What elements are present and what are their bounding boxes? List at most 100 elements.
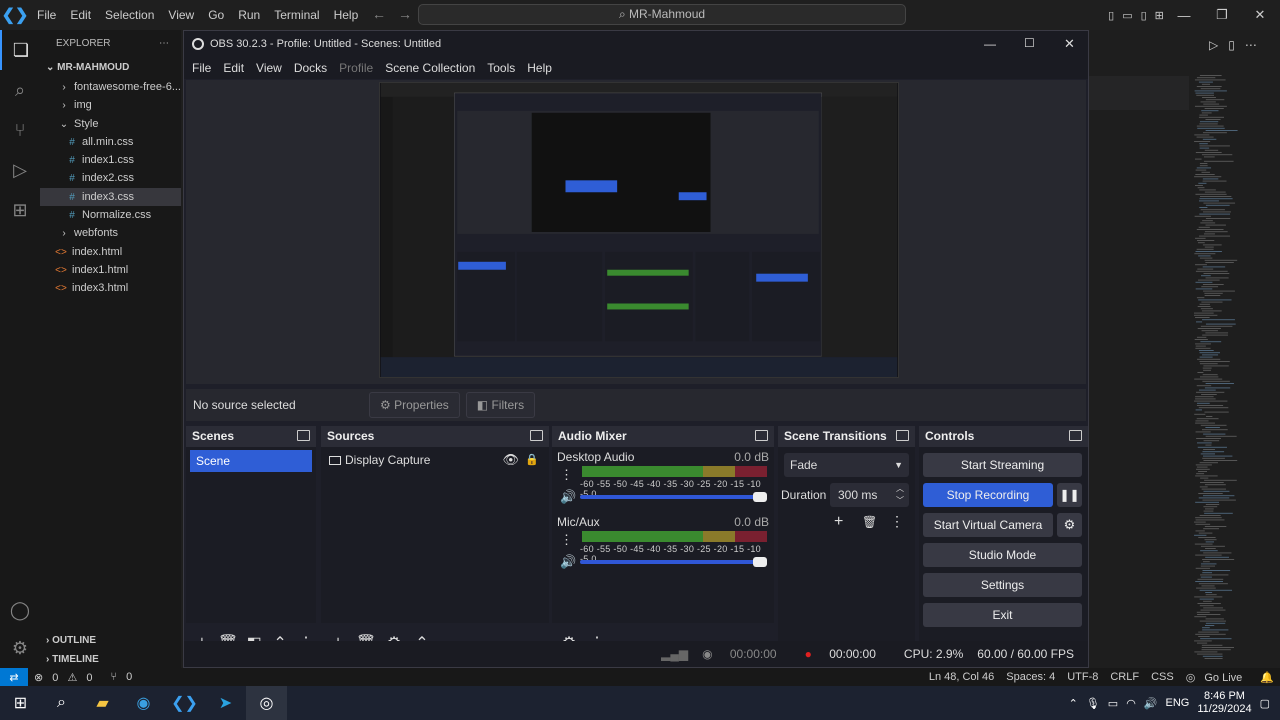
undock-icon[interactable] — [896, 430, 909, 441]
indentation[interactable]: Spaces: 4 — [1000, 671, 1061, 683]
speaker-icon[interactable]: 🔊 — [560, 554, 576, 570]
settings-button[interactable]: Settings — [923, 573, 1082, 597]
undock-icon[interactable] — [530, 430, 543, 441]
undock-icon[interactable] — [1069, 430, 1082, 441]
volume-icon[interactable]: 🔊 — [1144, 697, 1158, 710]
channel-menu-icon[interactable]: ⋮ — [560, 467, 573, 483]
run-debug-icon[interactable]: ▷ — [0, 150, 40, 190]
obs-maximize-icon[interactable]: ☐ — [1024, 36, 1035, 50]
channel-menu-icon[interactable]: ⋮ — [560, 532, 573, 548]
file-tree-item[interactable]: <> index1.html — [40, 261, 181, 279]
battery-icon[interactable]: ▭ — [1108, 697, 1118, 710]
obs-menu-profile[interactable]: Profile — [333, 61, 379, 75]
ports-indicator[interactable]: ⑂ 0 — [105, 671, 145, 683]
file-tree-item[interactable]: › fontawesome-free-6.... — [40, 78, 181, 96]
obs-menu-scene-collection[interactable]: Scene Collection — [379, 61, 481, 75]
command-center-search[interactable]: ⌕ MR-Mahmoud — [418, 4, 906, 25]
notifications-bell-icon[interactable]: 🔔 — [1254, 671, 1280, 684]
properties-button[interactable]: ⚙ Properties — [369, 392, 460, 418]
explorer-icon[interactable]: ❏ — [0, 30, 40, 70]
search-icon[interactable]: ⌕ — [0, 70, 40, 110]
account-icon[interactable]: ◯ — [0, 590, 40, 630]
obs-menu-tools[interactable]: Tools — [481, 61, 521, 75]
vscode-menu-help[interactable]: Help — [327, 0, 366, 30]
cursor-position[interactable]: Ln 48, Col 46 — [923, 671, 1000, 683]
pause-icon[interactable]: ❚❚ — [1057, 483, 1082, 507]
more-icon[interactable]: ⋮ — [890, 513, 904, 530]
start-streaming-button[interactable]: Start Streaming — [923, 453, 1082, 477]
more-actions-icon[interactable]: ⋯ — [159, 30, 169, 58]
filters-button[interactable]: ◧ Filters — [465, 392, 536, 418]
edge-icon[interactable]: ◉ — [123, 686, 164, 720]
minimize-icon[interactable]: — — [1165, 0, 1203, 30]
source-control-icon[interactable]: ⑂ — [0, 110, 40, 150]
maximize-icon[interactable]: ❐ — [1203, 0, 1241, 30]
vscode-menu-file[interactable]: File — [30, 0, 63, 30]
vscode-menu-view[interactable]: View — [161, 0, 201, 30]
file-tree-item[interactable]: # Normalize.css — [40, 206, 181, 224]
file-tree-item[interactable]: <> index.html — [40, 243, 181, 261]
obs-menu-file[interactable]: File — [186, 61, 217, 75]
obs-menu-view[interactable]: View — [250, 61, 288, 75]
settings-gear-icon[interactable]: ⚙ — [0, 628, 40, 668]
preview-area[interactable] — [186, 80, 1086, 384]
windows-start-icon[interactable]: ⊞ — [0, 686, 41, 720]
start-virtual-camera-button[interactable]: Start Virtual Camera — [923, 513, 1053, 537]
file-tree-item[interactable]: › webfonts — [40, 224, 181, 242]
line-ending[interactable]: CRLF — [1104, 671, 1145, 683]
preview-canvas[interactable] — [379, 82, 899, 378]
file-tree-item[interactable]: # all.min.css — [40, 133, 181, 151]
obs-close-icon[interactable]: ✕ — [1064, 36, 1075, 52]
file-tree-item[interactable]: ⌄ Style — [40, 115, 181, 133]
problems-indicator[interactable]: ⊗ 0 ⚠ 0 — [28, 671, 105, 684]
clock[interactable]: 8:46 PM 11/29/2024 — [1197, 690, 1251, 716]
volume-knob[interactable] — [753, 557, 767, 567]
vscode-icon[interactable]: ❮❯ — [164, 686, 205, 720]
file-tree-item[interactable]: # index1.css — [40, 151, 181, 169]
vscode-menu-terminal[interactable]: Terminal — [267, 0, 326, 30]
undock-icon[interactable] — [755, 430, 768, 441]
go-live-button[interactable]: ◎ Go Live — [1180, 671, 1255, 684]
obs-menu-edit[interactable]: Edit — [217, 61, 250, 75]
exit-button[interactable]: Exit — [923, 603, 1082, 627]
chevron-up-icon[interactable]: ⌃ — [1069, 697, 1078, 710]
timeline-section[interactable]: › TIMELINE — [40, 651, 181, 668]
volume-slider[interactable] — [580, 557, 767, 567]
remote-icon[interactable]: ⇄ — [0, 668, 28, 686]
add-icon[interactable]: + — [834, 513, 843, 531]
encoding[interactable]: UTF-8 — [1061, 671, 1104, 683]
studio-mode-button[interactable]: Studio Mode — [923, 543, 1082, 567]
spin-arrows-icon[interactable]: ︿ ﹀ — [896, 483, 904, 507]
volume-slider[interactable] — [580, 492, 767, 502]
lock-icon[interactable]: 🔒 — [525, 447, 539, 473]
stop-recording-button[interactable]: Stop Recording — [923, 483, 1053, 507]
duration-spinbox[interactable]: 300 ms ︿ ﹀ — [830, 483, 909, 507]
file-tree-item[interactable]: › img — [40, 96, 181, 114]
vscode-menu-go[interactable]: Go — [201, 0, 231, 30]
trash-icon[interactable]: 🗑 — [862, 515, 877, 529]
undock-icon[interactable] — [297, 430, 310, 441]
close-icon[interactable]: ✕ — [1241, 0, 1279, 30]
language-indicator[interactable]: ENG — [1166, 697, 1190, 709]
file-tree-item[interactable]: <> index3.html — [40, 279, 181, 297]
outline-section[interactable]: › OUTLINE — [40, 632, 181, 650]
telegram-icon[interactable]: ➤ — [205, 686, 246, 720]
obs-minimize-icon[interactable]: — — [984, 37, 996, 51]
scene-item[interactable]: Scene — [190, 450, 312, 472]
eye-icon[interactable]: 👁 — [502, 447, 519, 473]
file-explorer-icon[interactable]: ▰ — [82, 686, 123, 720]
notification-center-icon[interactable]: ▢ — [1260, 697, 1270, 710]
obs-menu-docks[interactable]: Docks — [288, 61, 333, 75]
volume-knob[interactable] — [753, 492, 767, 502]
microphone-icon[interactable]: 🎙 — [1086, 697, 1100, 710]
source-item[interactable]: Display Capture 👁 🔒 — [321, 447, 549, 473]
file-tree-item[interactable]: # index2.css — [40, 169, 181, 187]
nav-arrows[interactable]: ←→ — [372, 6, 424, 22]
wifi-icon[interactable]: ◠ — [1126, 697, 1136, 710]
obs-menu-help[interactable]: Help — [521, 61, 558, 75]
speaker-icon[interactable]: 🔊 — [560, 489, 576, 505]
workspace-root[interactable]: ⌄ MR-MAHMOUD — [40, 58, 181, 78]
transition-select[interactable]: Fade ▼ — [784, 453, 909, 477]
obs-taskbar-icon[interactable]: ◎ — [246, 686, 287, 720]
virtual-camera-settings-gear-icon[interactable]: ⚙ — [1057, 513, 1082, 537]
